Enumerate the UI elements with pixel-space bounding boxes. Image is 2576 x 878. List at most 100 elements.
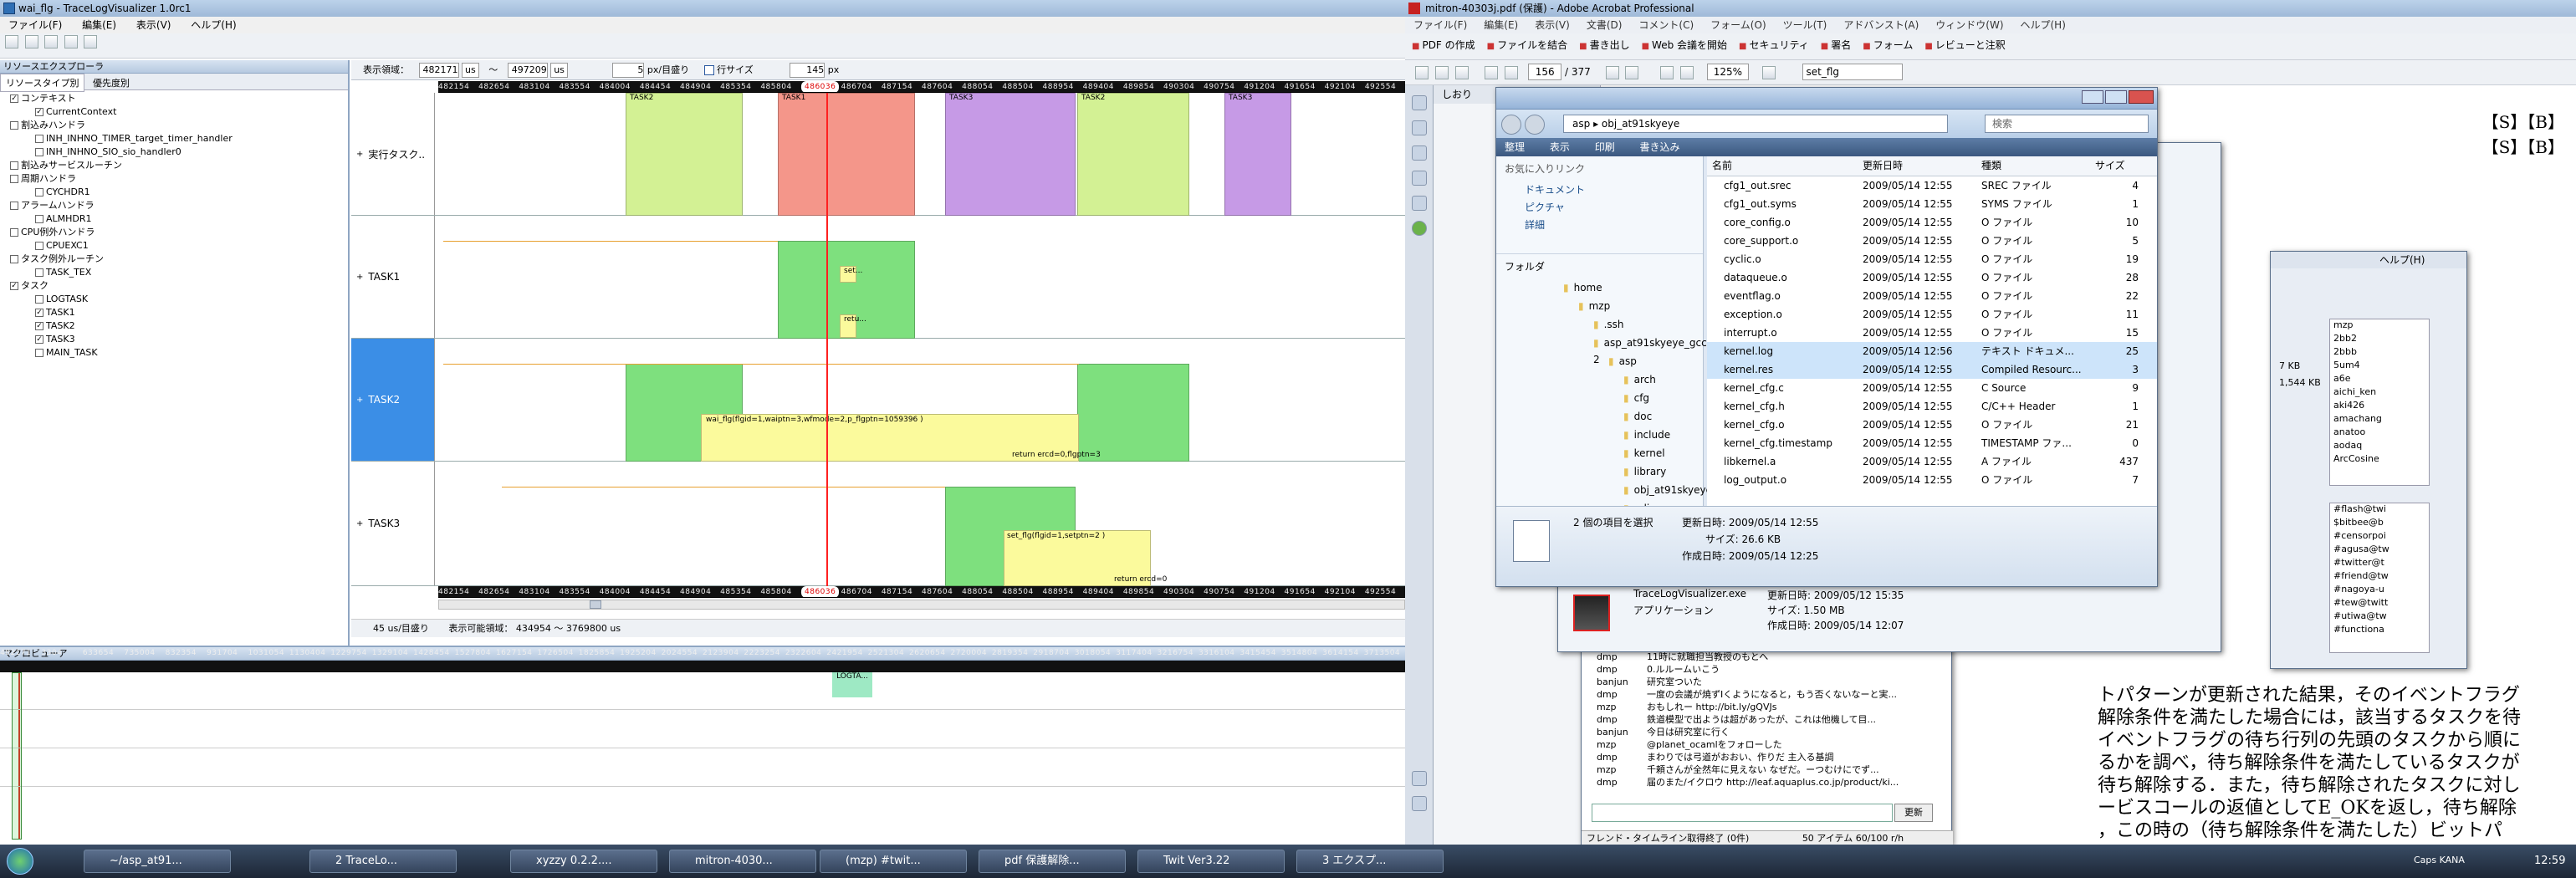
file-row[interactable]: kernel.res 2009/05/14 12:55 Compiled Resou…: [1707, 360, 2157, 379]
folder-item[interactable]: ▮ doc: [1496, 407, 1703, 426]
expand-icon[interactable]: +: [356, 396, 363, 405]
folder-item[interactable]: ▮ kernel: [1496, 444, 1703, 462]
small-tag-item[interactable]: #tew@twitt: [2333, 597, 2429, 610]
file-row[interactable]: interrupt.o 2009/05/14 12:55 O ファイル 15: [1707, 324, 2157, 342]
small-user-item[interactable]: aichi_ken: [2333, 386, 2429, 400]
rowsize-input[interactable]: 145: [790, 63, 825, 78]
acrobat-menu-item[interactable]: 表示(V): [1535, 19, 1570, 31]
tree-checkbox[interactable]: [35, 295, 43, 304]
tree-item[interactable]: 割込みサービスルーチン: [3, 159, 345, 172]
small-user-item[interactable]: 5um4: [2333, 360, 2429, 373]
pages-panel-icon[interactable]: [1412, 145, 1427, 161]
tweet-row[interactable]: dmp 11時に就職担当教授のもとへ: [1597, 651, 1936, 663]
file-row[interactable]: kernel.log 2009/05/14 12:56 テキスト ドキュメ... 25: [1707, 342, 2157, 360]
tree-item[interactable]: 割込みハンドラ: [3, 119, 345, 132]
small-user-item[interactable]: anatoo: [2333, 426, 2429, 440]
tree-item[interactable]: MAIN_TASK: [3, 346, 345, 360]
tree-item[interactable]: ALMHDR1: [3, 212, 345, 226]
attachment-icon[interactable]: [1412, 771, 1427, 786]
organize-button[interactable]: 整理: [1505, 141, 1525, 153]
small-client-menu[interactable]: ヘルプ(H): [2271, 252, 2466, 268]
tree-checkbox[interactable]: [35, 242, 43, 250]
file-row[interactable]: kernel_cfg.timestamp 2009/05/14 12:55 TIME…: [1707, 434, 2157, 452]
acrobat-menu-item[interactable]: ツール(T): [1783, 19, 1827, 31]
tree-item[interactable]: INH_INHNO_SIO_sio_handler0: [3, 145, 345, 159]
fit-page-icon[interactable]: [1761, 65, 1776, 79]
folder-item[interactable]: ▮ cfg: [1496, 389, 1703, 407]
taskbar-button[interactable]: pdf 保護解除...: [979, 850, 1126, 873]
small-tag-item[interactable]: #utiwa@tw: [2333, 610, 2429, 624]
timeline-scrollbar[interactable]: [438, 600, 1405, 610]
file-row[interactable]: cfg1_out.syms 2009/05/14 12:55 SYMS ファイル 1: [1707, 195, 2157, 213]
redo-icon[interactable]: [84, 35, 97, 48]
tree-checkbox[interactable]: [10, 202, 18, 210]
view-button[interactable]: 表示: [1550, 141, 1570, 153]
task1-call-box[interactable]: set...: [840, 266, 862, 283]
bookmark-panel-icon[interactable]: [1412, 120, 1427, 135]
expand-icon[interactable]: +: [356, 519, 363, 528]
signature-panel-icon[interactable]: [1412, 171, 1427, 186]
email-icon[interactable]: [1454, 65, 1469, 79]
small-tag-item[interactable]: $bitbee@b: [2333, 517, 2429, 530]
task2-run-block-2[interactable]: [1077, 364, 1189, 462]
small-user-item[interactable]: aodaq: [2333, 440, 2429, 453]
file-row[interactable]: eventflag.o 2009/05/14 12:55 O ファイル 22: [1707, 287, 2157, 305]
update-button[interactable]: 更新: [1894, 804, 1933, 822]
acrobat-menu-item[interactable]: フォーム(O): [1710, 19, 1766, 31]
tree-item[interactable]: ✓ コンテキスト: [3, 92, 345, 105]
tree-item[interactable]: CPUEXC1: [3, 239, 345, 253]
tree-item[interactable]: ✓ TASK3: [3, 333, 345, 346]
taskbar-button[interactable]: xyzzy 0.2.2....: [510, 850, 657, 873]
acrobat-toolbar-button[interactable]: ■ フォーム: [1863, 39, 1913, 51]
taskbar-button[interactable]: mitron-4030...: [669, 850, 816, 873]
tree-checkbox[interactable]: [35, 268, 43, 277]
forward-button[interactable]: [1525, 115, 1545, 135]
lane-label[interactable]: + TASK2: [351, 339, 435, 461]
small-user-item[interactable]: 2bbb: [2333, 346, 2429, 360]
burn-button[interactable]: 書き込み: [1640, 141, 1680, 153]
lane-label[interactable]: + TASK3: [351, 462, 435, 585]
zoom-out-icon[interactable]: [1660, 65, 1674, 79]
tree-checkbox[interactable]: [35, 135, 43, 143]
undo-icon[interactable]: [64, 35, 78, 48]
tree-item[interactable]: TASK_TEX: [3, 266, 345, 279]
folder-item[interactable]: ▮ home: [1496, 278, 1703, 297]
tab-by-type[interactable]: リソースタイプ別: [0, 74, 85, 92]
address-field[interactable]: asp ▸ obj_at91skyeye: [1563, 115, 1948, 133]
tree-checkbox[interactable]: ✓: [10, 94, 18, 103]
tweet-row[interactable]: dmp 一度の会議が焼ずIくようになると，もう否くないなーと実...: [1597, 688, 1936, 701]
maximize-button[interactable]: [2105, 90, 2127, 104]
tweet-row[interactable]: mzp 千頼さんが全然年に見えない なぜだ。ーつむけにでず...: [1597, 763, 1936, 776]
menu-edit[interactable]: 編集(E): [82, 19, 116, 31]
tweet-row[interactable]: banjun 研究室ついた: [1597, 676, 1936, 688]
tree-item[interactable]: ✓ TASK1: [3, 306, 345, 319]
range-unit-2[interactable]: us: [550, 63, 568, 78]
expand-icon[interactable]: +: [356, 273, 363, 282]
file-row[interactable]: kernel_cfg.c 2009/05/14 12:55 C Source 9: [1707, 379, 2157, 397]
acrobat-toolbar-button[interactable]: ■ 署名: [1821, 39, 1851, 51]
task1-return-box[interactable]: retu...: [840, 314, 866, 338]
taskbar-button[interactable]: Twit Ver3.22: [1137, 850, 1285, 873]
run-block[interactable]: TASK2: [626, 93, 743, 216]
run-block[interactable]: TASK1: [778, 93, 915, 216]
save-icon[interactable]: [44, 35, 58, 48]
small-user-item[interactable]: mzp: [2333, 319, 2429, 333]
open-icon[interactable]: [24, 35, 38, 48]
tree-checkbox[interactable]: [10, 255, 18, 263]
small-user-item[interactable]: a6e: [2333, 373, 2429, 386]
small-tag-item[interactable]: #nagoya-u: [2333, 584, 2429, 597]
run-block[interactable]: TASK2: [1077, 93, 1189, 216]
tree-item[interactable]: ✓ タスク: [3, 279, 345, 293]
print-button[interactable]: 印刷: [1595, 141, 1615, 153]
prev-page-icon[interactable]: [1485, 65, 1499, 79]
col-type[interactable]: 種類: [1981, 156, 2095, 176]
tree-checkbox[interactable]: [35, 148, 43, 156]
taskbar-button[interactable]: (mzp) #twit...: [820, 850, 967, 873]
comment-icon[interactable]: [1412, 796, 1427, 811]
small-user-item[interactable]: ArcCosine: [2333, 453, 2429, 467]
macro-logtask-mark[interactable]: LOGTA...: [832, 672, 872, 697]
acrobat-toolbar-button[interactable]: ■ 書き出し: [1579, 39, 1629, 51]
acrobat-toolbar-button[interactable]: ■ レビューと注釈: [1924, 39, 2005, 51]
small-user-item[interactable]: amachang: [2333, 413, 2429, 426]
file-row[interactable]: cyclic.o 2009/05/14 12:55 O ファイル 19: [1707, 250, 2157, 268]
